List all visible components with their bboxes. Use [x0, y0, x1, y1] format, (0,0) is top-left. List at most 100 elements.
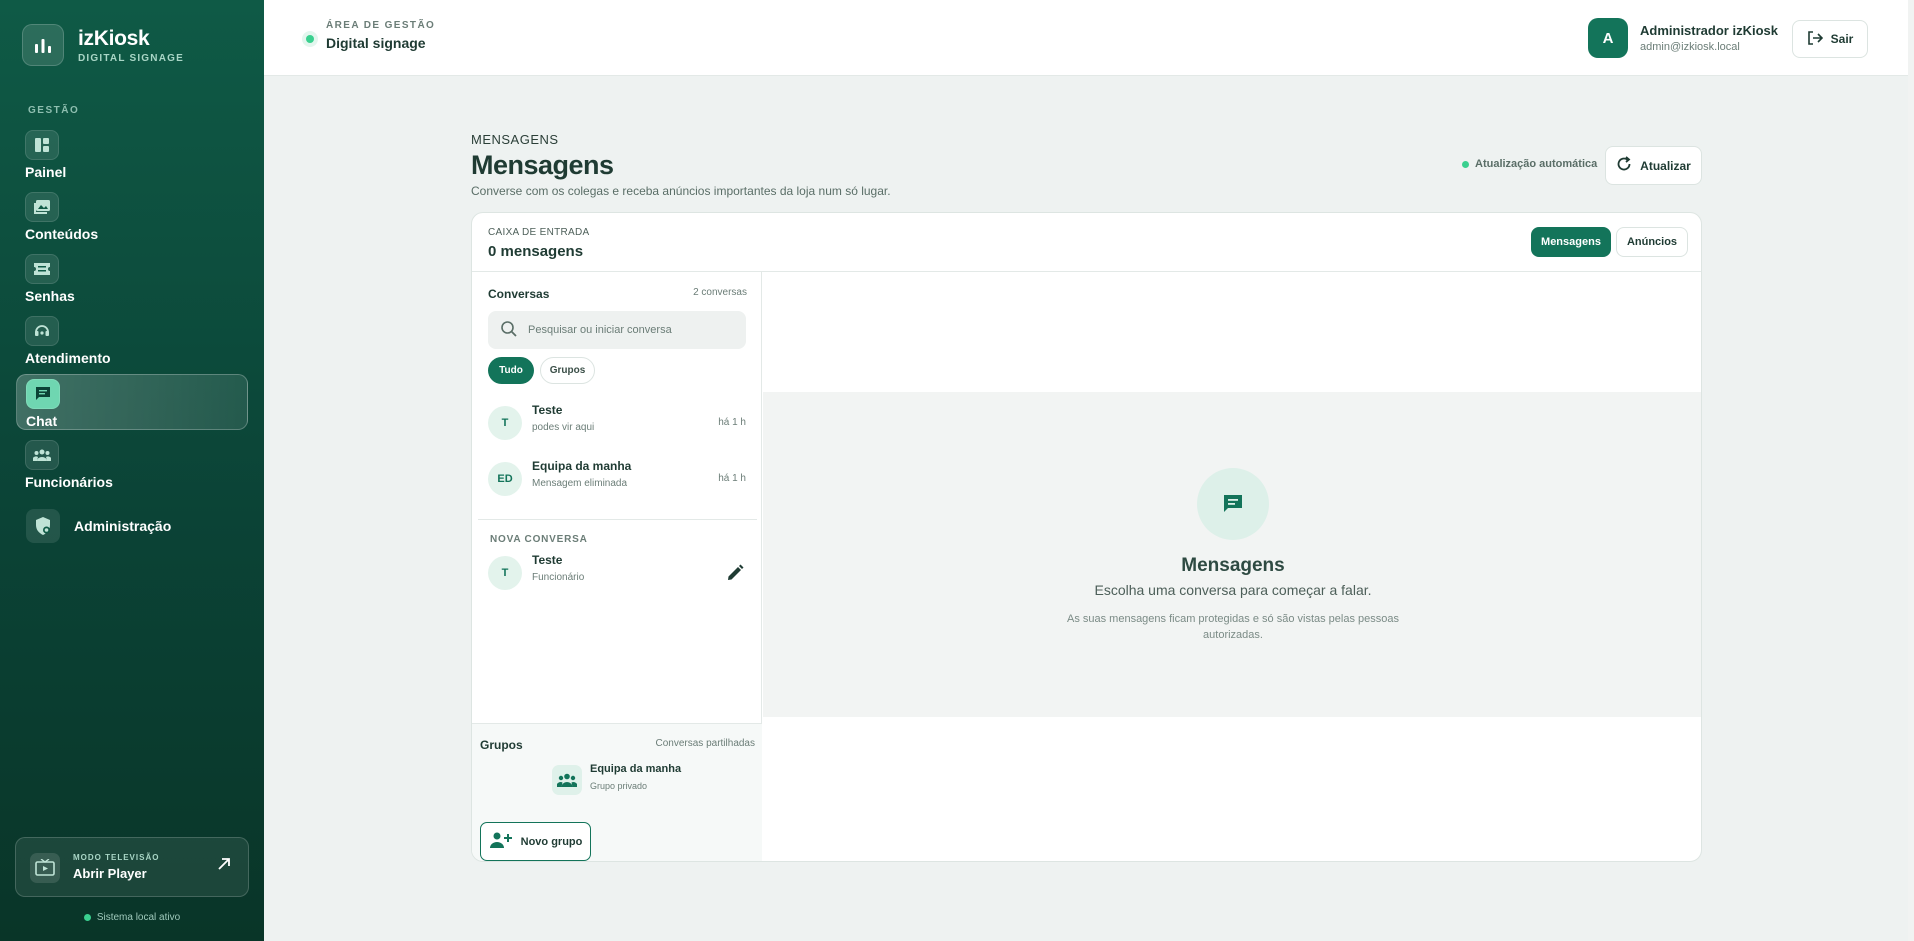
empty-state: Mensagens Escolha uma conversa para come…: [763, 392, 1701, 717]
divider: [478, 519, 757, 520]
avatar: ED: [488, 462, 522, 496]
new-conversation-label: NOVA CONVERSA: [490, 534, 588, 545]
ticket-icon: [25, 254, 59, 284]
group-icon: [552, 765, 582, 795]
inbox-kicker: CAIXA DE ENTRADA: [488, 227, 590, 238]
status-dot: [83, 914, 91, 921]
sidebar-item-senhas[interactable]: Senhas: [16, 250, 248, 306]
sidebar-item-atendimento[interactable]: Atendimento: [16, 312, 248, 368]
image-icon: [25, 192, 59, 222]
contact-name: Teste: [532, 553, 563, 567]
sidebar-item-label: Chat: [26, 413, 58, 429]
area-indicator: ÁREA DE GESTÃO Digital signage: [304, 20, 435, 51]
filter-grupos[interactable]: Grupos: [540, 357, 595, 384]
conversation-preview: podes vir aqui: [532, 422, 595, 433]
sidebar-item-label: Conteúdos: [25, 226, 99, 242]
groups-title: Grupos: [480, 738, 523, 752]
headset-icon: [25, 316, 59, 346]
page-subtitle: Converse com os colegas e receba anúncio…: [471, 184, 891, 198]
scrollbar[interactable]: [1908, 0, 1914, 941]
sidebar-item-label: Administração: [74, 518, 172, 534]
user-profile[interactable]: A Administrador izKiosk admin@izkiosk.lo…: [1588, 18, 1778, 58]
status-dot: [1462, 160, 1469, 168]
sidebar-item-conteudos[interactable]: Conteúdos: [16, 188, 248, 244]
search-placeholder: Pesquisar ou iniciar conversa: [528, 324, 672, 336]
status-dot: [306, 35, 314, 43]
sidebar-item-label: Painel: [25, 164, 67, 180]
groups-caption: Conversas partilhadas: [655, 738, 756, 749]
conversation-preview: Mensagem eliminada: [532, 478, 628, 489]
auto-update-label: Atualização automática: [1475, 158, 1598, 170]
topbar: ÁREA DE GESTÃO Digital signage A Adminis…: [264, 0, 1914, 76]
messages-panel: CAIXA DE ENTRADA 0 mensagens Mensagens A…: [471, 212, 1702, 862]
empty-state-note: As suas mensagens ficam protegidas e só …: [1066, 613, 1399, 641]
nav-section-label: GESTÃO: [28, 105, 80, 116]
brand[interactable]: izKiosk DIGITAL SIGNAGE: [22, 24, 184, 66]
system-status-label: Sistema local ativo: [96, 912, 181, 923]
logout-button[interactable]: Sair: [1792, 20, 1868, 58]
auto-update-indicator: Atualização automática: [1462, 158, 1597, 170]
group-item[interactable]: Equipa da manha Grupo privado: [552, 760, 752, 800]
new-group-label: Novo grupo: [520, 835, 583, 848]
sidebar-item-chat[interactable]: Chat: [16, 374, 248, 430]
system-status: Sistema local ativo: [0, 912, 264, 923]
conversations-title: Conversas: [488, 287, 550, 301]
filter-tudo[interactable]: Tudo: [488, 357, 534, 384]
user-name: Administrador izKiosk: [1640, 23, 1778, 38]
contact-role: Funcionário: [532, 572, 585, 583]
sidebar-item-label: Senhas: [25, 288, 75, 304]
chat-icon: [1197, 468, 1269, 540]
sidebar-item-administracao[interactable]: Administração: [26, 509, 171, 543]
conversation-view: Mensagens Escolha uma conversa para come…: [763, 272, 1701, 861]
avatar: T: [488, 556, 522, 590]
bar-chart-logo-icon: [22, 24, 64, 66]
arrow-up-right-icon: [216, 856, 232, 877]
sidebar: izKiosk DIGITAL SIGNAGE GESTÃO Painel Co…: [0, 0, 264, 941]
tv-icon: [30, 853, 60, 883]
refresh-icon: [1616, 156, 1632, 175]
search-input[interactable]: Pesquisar ou iniciar conversa: [488, 311, 746, 349]
empty-state-title: Mensagens: [1181, 555, 1285, 576]
tab-anuncios[interactable]: Anúncios: [1616, 227, 1688, 257]
brand-name: izKiosk: [78, 26, 150, 50]
pencil-icon[interactable]: [726, 564, 744, 587]
logout-label: Sair: [1830, 32, 1854, 46]
new-group-button[interactable]: Novo grupo: [480, 822, 591, 861]
player-label: Abrir Player: [73, 866, 147, 881]
group-name: Equipa da manha: [590, 763, 682, 775]
avatar: A: [1588, 18, 1628, 58]
search-icon: [500, 320, 518, 341]
page-title: Mensagens: [471, 150, 614, 180]
people-icon: [25, 440, 59, 470]
dashboard-icon: [25, 130, 59, 160]
logout-icon: [1807, 30, 1823, 49]
conversation-item[interactable]: T Teste podes vir aqui há 1 h: [488, 400, 746, 444]
empty-state-subtitle: Escolha uma conversa para começar a fala…: [1094, 582, 1372, 598]
sidebar-item-painel[interactable]: Painel: [16, 126, 248, 182]
inbox-count: 0 mensagens: [488, 243, 584, 260]
area-kicker: ÁREA DE GESTÃO: [326, 20, 436, 31]
add-group-icon: [489, 831, 513, 852]
tab-mensagens[interactable]: Mensagens: [1531, 227, 1611, 257]
brand-subtitle: DIGITAL SIGNAGE: [78, 52, 184, 64]
user-email: admin@izkiosk.local: [1640, 41, 1740, 53]
player-kicker: MODO TELEVISÃO: [73, 853, 160, 862]
open-player-button[interactable]: MODO TELEVISÃO Abrir Player: [15, 837, 249, 897]
avatar: T: [488, 406, 522, 440]
area-title: Digital signage: [326, 35, 426, 51]
sidebar-item-label: Atendimento: [25, 350, 111, 366]
conversation-name: Teste: [532, 403, 563, 417]
sidebar-item-label: Funcionários: [25, 474, 113, 490]
breadcrumb: MENSAGENS: [471, 132, 559, 147]
conversations-column: Conversas 2 conversas Pesquisar ou inici…: [472, 272, 762, 861]
conversation-time: há 1 h: [718, 417, 746, 428]
conversation-item[interactable]: ED Equipa da manha Mensagem eliminada há…: [488, 456, 746, 500]
refresh-button[interactable]: Atualizar: [1605, 146, 1702, 185]
refresh-label: Atualizar: [1640, 158, 1691, 173]
conversation-time: há 1 h: [718, 473, 746, 484]
conversations-count: 2 conversas: [693, 287, 747, 298]
new-conversation-item[interactable]: T Teste Funcionário: [488, 550, 746, 594]
chat-icon: [26, 379, 60, 409]
sidebar-item-funcionarios[interactable]: Funcionários: [16, 436, 248, 492]
shield-icon: [26, 509, 60, 543]
